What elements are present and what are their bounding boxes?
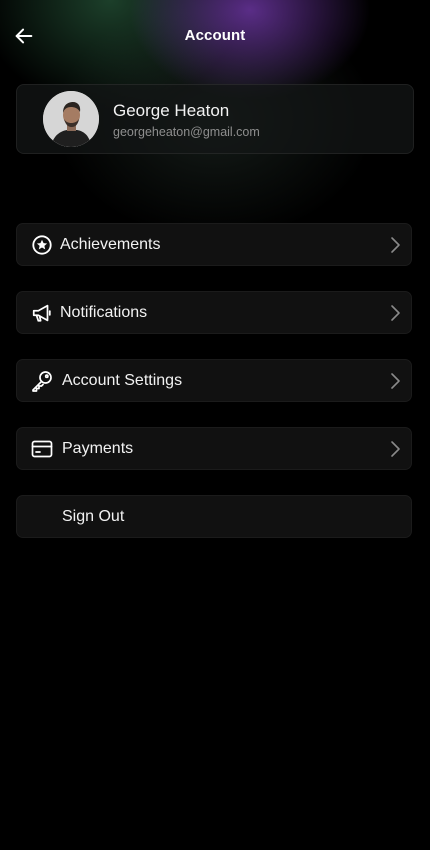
profile-photo (43, 91, 99, 147)
key-icon (30, 369, 54, 393)
chevron-right-icon (391, 237, 400, 253)
sign-out-button[interactable]: Sign Out (16, 495, 412, 538)
profile-name: George Heaton (113, 101, 230, 120)
top-bar: Account (0, 0, 430, 72)
menu-item-label: Notifications (60, 304, 148, 321)
chevron-right-icon (391, 373, 400, 389)
profile-card[interactable]: George Heaton georgeheaton@gmail.com (16, 84, 414, 154)
menu-item-achievements[interactable]: Achievements (16, 223, 412, 266)
chevron-right-icon (391, 305, 400, 321)
menu-item-label: Account Settings (62, 372, 183, 389)
menu-item-label: Sign Out (62, 508, 125, 525)
chevron-right-icon (391, 441, 400, 457)
megaphone-icon (30, 301, 54, 325)
menu-item-label: Achievements (60, 236, 161, 253)
avatar[interactable] (43, 91, 99, 147)
profile-email: georgeheaton@gmail.com (113, 125, 260, 139)
menu-item-payments[interactable]: Payments (16, 427, 412, 470)
menu-item-notifications[interactable]: Notifications (16, 291, 412, 334)
star-badge-icon (30, 233, 54, 257)
credit-card-icon (30, 437, 54, 461)
menu-item-label: Payments (62, 440, 134, 457)
page-title: Account (184, 27, 246, 44)
menu-item-account-settings[interactable]: Account Settings (16, 359, 412, 402)
